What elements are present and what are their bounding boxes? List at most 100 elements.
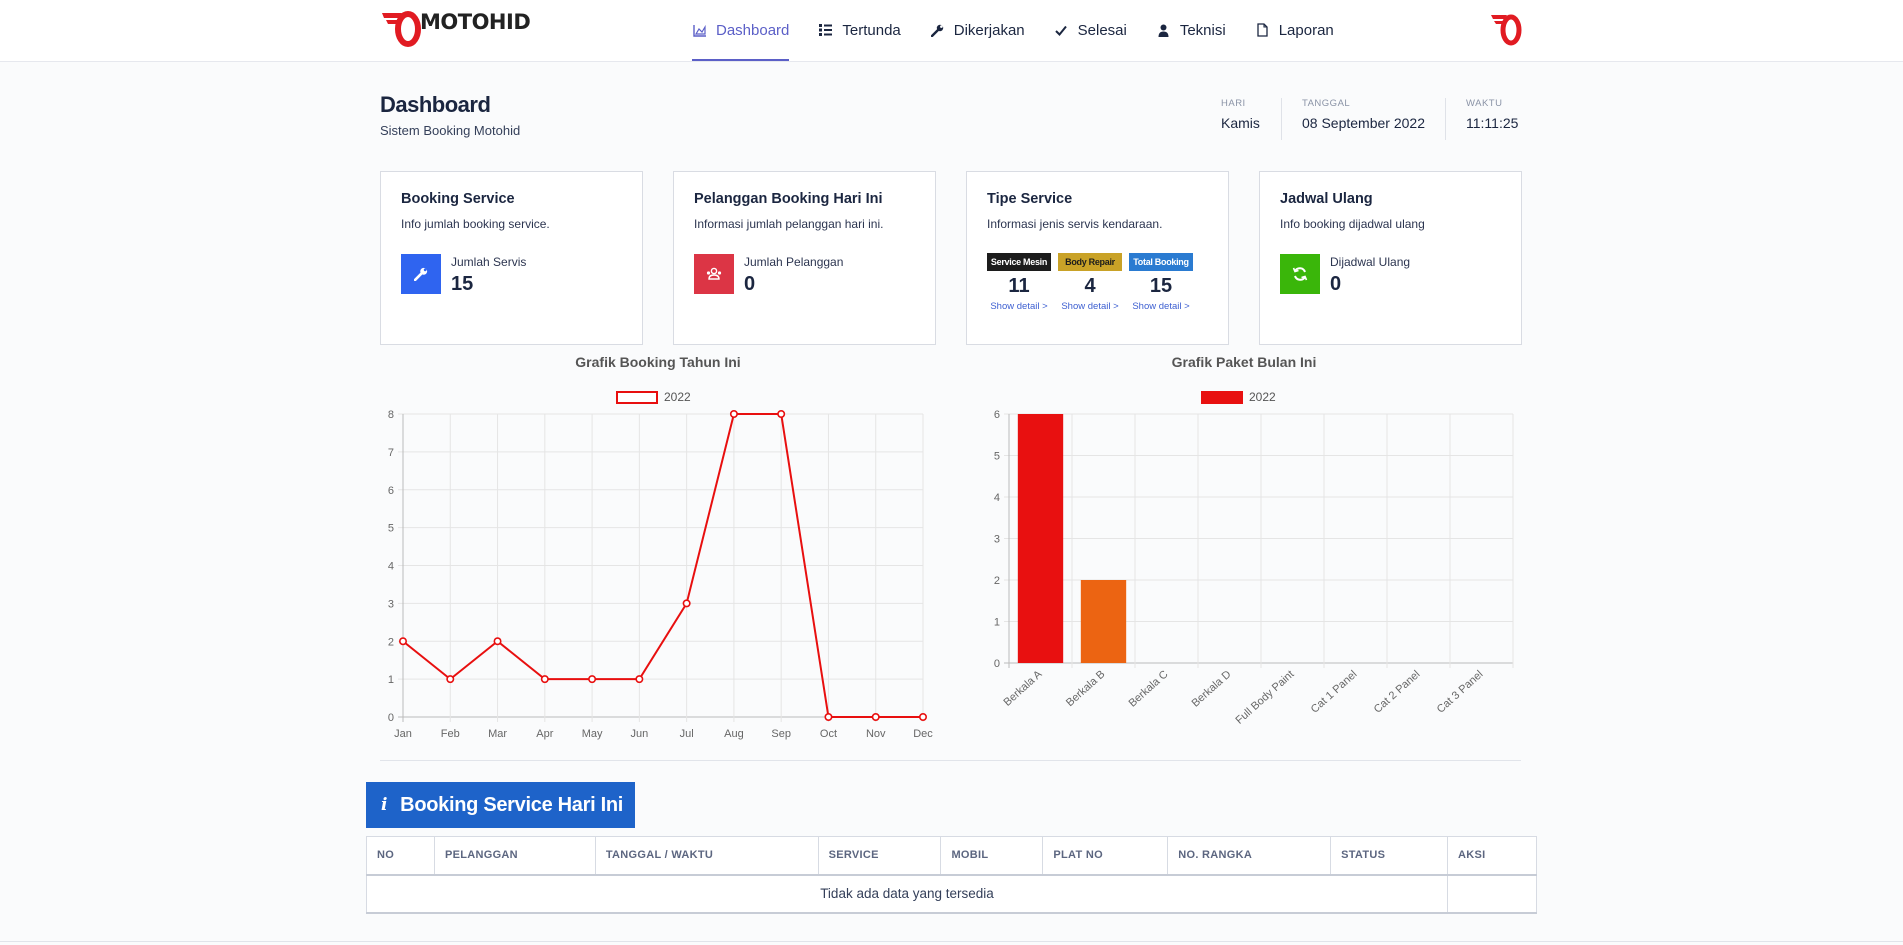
card-title: Tipe Service xyxy=(987,191,1073,207)
type-total-booking: Total Booking 15 Show detail > xyxy=(1129,253,1193,312)
col-mobil[interactable]: MOBIL xyxy=(940,836,1044,876)
type-count: 11 xyxy=(1008,275,1030,297)
stat-value: 0 xyxy=(1330,273,1342,295)
empty-message: Tidak ada data yang tersedia xyxy=(366,874,1448,914)
nav-dikerjakan[interactable]: Dikerjakan xyxy=(930,0,1025,60)
date-value: 08 September 2022 xyxy=(1302,115,1425,131)
brand-logo[interactable]: MOTOHID xyxy=(380,9,531,49)
y-tick-label: 4 xyxy=(994,492,1000,504)
type-service-mesin: Service Mesin 11 Show detail > xyxy=(987,253,1051,312)
nav-laporan-label: Laporan xyxy=(1278,21,1334,39)
card-stat: Jumlah Servis 15 xyxy=(401,254,526,296)
x-tick-label: Apr xyxy=(536,728,553,740)
bar-chart-title: Grafik Paket Bulan Ini xyxy=(1171,354,1317,370)
bar-berkala-a xyxy=(1017,414,1064,663)
col-no-rangka[interactable]: NO. RANGKA xyxy=(1167,836,1332,876)
footer-line xyxy=(0,941,1903,942)
col-aksi: AKSI xyxy=(1447,836,1537,876)
data-point xyxy=(871,712,880,721)
type-badge: Service Mesin xyxy=(987,253,1051,271)
wrench-icon xyxy=(930,23,945,38)
data-point xyxy=(446,675,455,684)
x-tick-label: Jul xyxy=(680,728,694,740)
file-icon xyxy=(1255,23,1270,38)
booking-today-heading: i Booking Service Hari Ini xyxy=(366,782,635,828)
y-tick-label: 2 xyxy=(994,575,1000,587)
time-value: 11:11:25 xyxy=(1466,115,1519,131)
x-tick-label: May xyxy=(582,728,603,740)
nav-tertunda-label: Tertunda xyxy=(842,21,901,39)
day-value: Kamis xyxy=(1221,115,1260,131)
type-count: 15 xyxy=(1149,275,1173,297)
show-detail-link[interactable]: Show detail > xyxy=(1058,301,1122,312)
x-tick-label: Mar xyxy=(488,728,507,740)
stat-label: Jumlah Pelanggan xyxy=(744,255,844,269)
y-tick-label: 4 xyxy=(388,561,394,573)
line-chart-title: Grafik Booking Tahun Ini xyxy=(575,354,741,370)
nav-tertunda[interactable]: Tertunda xyxy=(818,0,901,60)
service-type-list: Service Mesin 11 Show detail > Body Repa… xyxy=(987,253,1200,312)
show-detail-link[interactable]: Show detail > xyxy=(1129,301,1193,312)
nav-dikerjakan-label: Dikerjakan xyxy=(953,21,1025,39)
time-label: WAKTU xyxy=(1466,98,1503,109)
data-point xyxy=(777,410,786,419)
data-point xyxy=(824,712,833,721)
x-tick-label: Feb xyxy=(441,728,460,740)
list-icon xyxy=(818,23,833,38)
nav-teknisi[interactable]: Teknisi xyxy=(1156,0,1226,60)
y-tick-label: 8 xyxy=(388,409,394,421)
card-title: Jadwal Ulang xyxy=(1280,191,1373,207)
bar-chart-legend[interactable]: 2022 xyxy=(1201,390,1276,404)
x-tick-label: Berkala B xyxy=(1064,668,1107,709)
y-tick-label: 6 xyxy=(994,409,1000,421)
y-tick-label: 0 xyxy=(994,658,1000,670)
show-detail-link[interactable]: Show detail > xyxy=(987,301,1051,312)
legend-swatch xyxy=(616,390,658,404)
y-tick-label: 5 xyxy=(994,451,1000,463)
y-tick-label: 1 xyxy=(388,674,394,686)
data-point xyxy=(493,637,502,646)
bar-berkala-b xyxy=(1080,580,1127,663)
legend-label: 2022 xyxy=(664,390,691,404)
y-tick-label: 0 xyxy=(388,712,394,724)
y-tick-label: 2 xyxy=(388,636,394,648)
date-display: TANGGAL 08 September 2022 xyxy=(1281,98,1425,140)
card-description: Informasi jenis servis kendaraan. xyxy=(987,217,1163,231)
y-tick-label: 3 xyxy=(994,534,1000,546)
booking-today-heading-text: Booking Service Hari Ini xyxy=(400,793,624,816)
top-navbar: MOTOHID Dashboard Tertunda Dikerjakan Se… xyxy=(0,0,1903,62)
y-tick-label: 7 xyxy=(388,447,394,459)
x-tick-label: Dec xyxy=(913,728,933,740)
card-description: Info booking dijadwal ulang xyxy=(1280,217,1425,231)
x-tick-label: Jan xyxy=(394,728,412,740)
nav-laporan[interactable]: Laporan xyxy=(1255,0,1334,60)
empty-aksi-cell xyxy=(1447,874,1537,914)
motohid-brand-icon[interactable] xyxy=(1490,12,1522,46)
card-description: Informasi jumlah pelanggan hari ini. xyxy=(694,217,884,231)
x-tick-label: Sep xyxy=(771,728,791,740)
col-tanggal-waktu[interactable]: TANGGAL / WAKTU xyxy=(594,836,819,876)
info-icon: i xyxy=(381,795,388,815)
type-body-repair: Body Repair 4 Show detail > xyxy=(1058,253,1122,312)
x-tick-label: Berkala C xyxy=(1127,668,1171,709)
jadwal-ulang-card: Jadwal Ulang Info booking dijadwal ulang… xyxy=(1259,171,1522,345)
pelanggan-card: Pelanggan Booking Hari Ini Informasi jum… xyxy=(673,171,936,345)
col-no[interactable]: NO xyxy=(366,836,435,876)
page-subtitle: Sistem Booking Motohid xyxy=(380,123,521,138)
x-tick-label: Jun xyxy=(630,728,648,740)
col-pelanggan[interactable]: PELANGGAN xyxy=(433,836,596,876)
line-chart-legend[interactable]: 2022 xyxy=(616,390,691,404)
col-status[interactable]: STATUS xyxy=(1330,836,1448,876)
nav-dashboard-label: Dashboard xyxy=(716,21,790,39)
nav-selesai[interactable]: Selesai xyxy=(1054,0,1127,60)
nav-dashboard[interactable]: Dashboard xyxy=(692,0,790,61)
data-point xyxy=(729,410,738,419)
x-tick-label: Cat 2 Panel xyxy=(1372,668,1423,715)
card-stat: Dijadwal Ulang 0 xyxy=(1280,254,1410,296)
x-tick-label: Nov xyxy=(866,728,886,740)
data-point xyxy=(540,675,549,684)
col-plat-no[interactable]: PLAT NO xyxy=(1042,836,1169,876)
col-service[interactable]: SERVICE xyxy=(817,836,942,876)
booking-table: NO PELANGGAN TANGGAL / WAKTU SERVICE MOB… xyxy=(366,836,1537,914)
type-count: 4 xyxy=(1084,275,1096,297)
